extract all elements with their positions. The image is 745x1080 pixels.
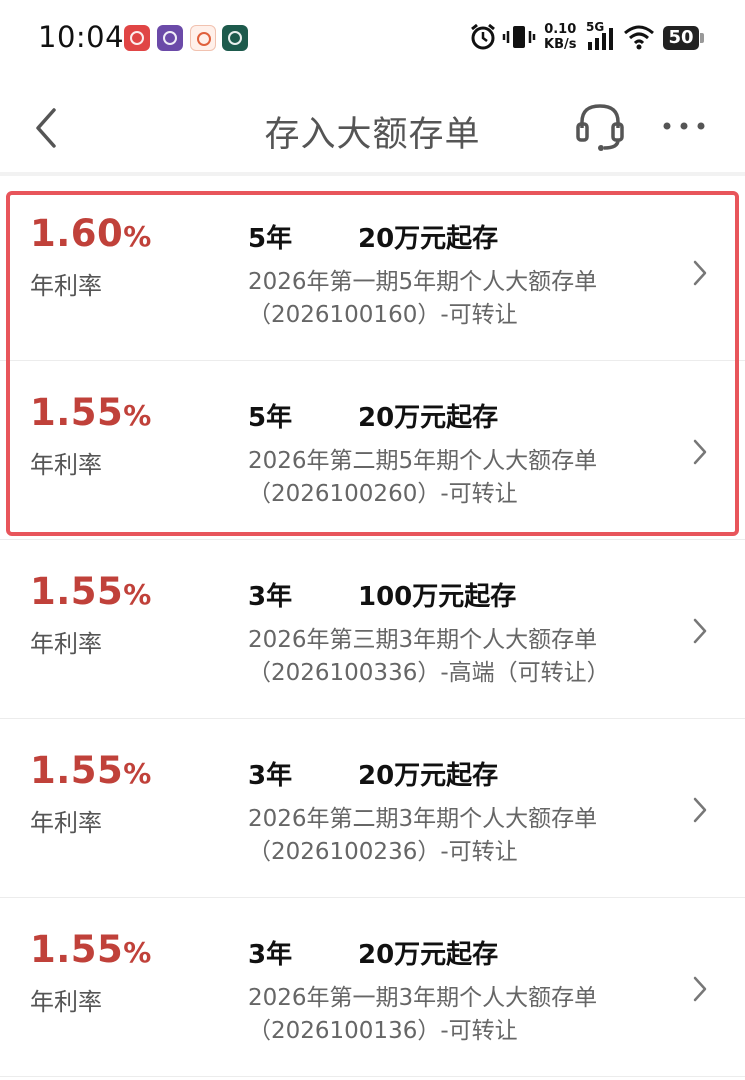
interest-rate: 1.55% <box>30 749 152 792</box>
chevron-right-icon <box>693 976 707 1002</box>
min-deposit: 20万元起存 <box>358 224 499 254</box>
notification-app-icon <box>124 25 150 51</box>
rate-label: 年利率 <box>30 630 102 658</box>
rate-label: 年利率 <box>30 272 102 300</box>
product-name: 2026年第二期3年期个人大额存单 （2026100236）-可转让 <box>248 806 598 865</box>
notification-app-icon <box>190 25 216 51</box>
status-time: 10:04 <box>38 20 125 54</box>
product-name: 2026年第三期3年期个人大额存单 （2026100336）-高端（可转让） <box>248 627 610 686</box>
interest-rate: 1.55% <box>30 391 152 434</box>
notification-app-icon <box>222 25 248 51</box>
interest-rate: 1.60% <box>30 212 152 255</box>
term: 3年 <box>248 761 293 791</box>
chevron-right-icon <box>693 618 707 644</box>
product-item[interactable]: 1.55% 年利率 3年 100万元起存 2026年第三期3年期个人大额存单 （… <box>0 540 745 719</box>
rate-label: 年利率 <box>30 988 102 1016</box>
term: 3年 <box>248 940 293 970</box>
term: 5年 <box>248 403 293 433</box>
product-item[interactable]: 1.60% 年利率 5年 20万元起存 2026年第一期5年期个人大额存单 （2… <box>0 182 745 361</box>
interest-rate: 1.55% <box>30 570 152 613</box>
nav-divider <box>0 172 745 176</box>
chevron-right-icon <box>693 797 707 823</box>
min-deposit: 20万元起存 <box>358 403 499 433</box>
more-options-icon[interactable] <box>660 110 708 142</box>
battery-level: 50 <box>668 27 694 48</box>
interest-rate: 1.55% <box>30 928 152 971</box>
product-item[interactable]: 1.55% 年利率 5年 20万元起存 2026年第二期5年期个人大额存单 （2… <box>0 361 745 540</box>
min-deposit: 20万元起存 <box>358 940 499 970</box>
rate-label: 年利率 <box>30 809 102 837</box>
alarm-icon <box>471 23 495 50</box>
chevron-right-icon <box>693 260 707 286</box>
min-deposit: 20万元起存 <box>358 761 499 791</box>
signal-icon <box>588 28 613 50</box>
wifi-icon <box>624 25 654 50</box>
rate-label: 年利率 <box>30 451 102 479</box>
status-bar: 10:04 0.10 KB/s 5G 50 <box>0 0 745 78</box>
product-list: 1.60% 年利率 5年 20万元起存 2026年第一期5年期个人大额存单 （2… <box>0 182 745 1077</box>
nav-bar: 存入大额存单 <box>0 78 745 174</box>
product-name: 2026年第一期3年期个人大额存单 （2026100136）-可转让 <box>248 985 598 1044</box>
min-deposit: 100万元起存 <box>358 582 517 612</box>
term: 3年 <box>248 582 293 612</box>
customer-service-headset-icon[interactable] <box>574 100 626 154</box>
product-item[interactable]: 1.55% 年利率 3年 20万元起存 2026年第一期3年期个人大额存单 （2… <box>0 898 745 1077</box>
page-title: 存入大额存单 <box>264 115 481 155</box>
chevron-right-icon <box>693 439 707 465</box>
battery-tip <box>700 33 704 43</box>
notification-app-icon <box>157 25 183 51</box>
term: 5年 <box>248 224 293 254</box>
product-name: 2026年第二期5年期个人大额存单 （2026100260）-可转让 <box>248 448 598 507</box>
product-name: 2026年第一期5年期个人大额存单 （2026100160）-可转让 <box>248 269 598 328</box>
vibrate-icon <box>502 26 536 48</box>
network-speed: 0.10 KB/s <box>544 22 577 52</box>
product-item[interactable]: 1.55% 年利率 3年 20万元起存 2026年第二期3年期个人大额存单 （2… <box>0 719 745 898</box>
